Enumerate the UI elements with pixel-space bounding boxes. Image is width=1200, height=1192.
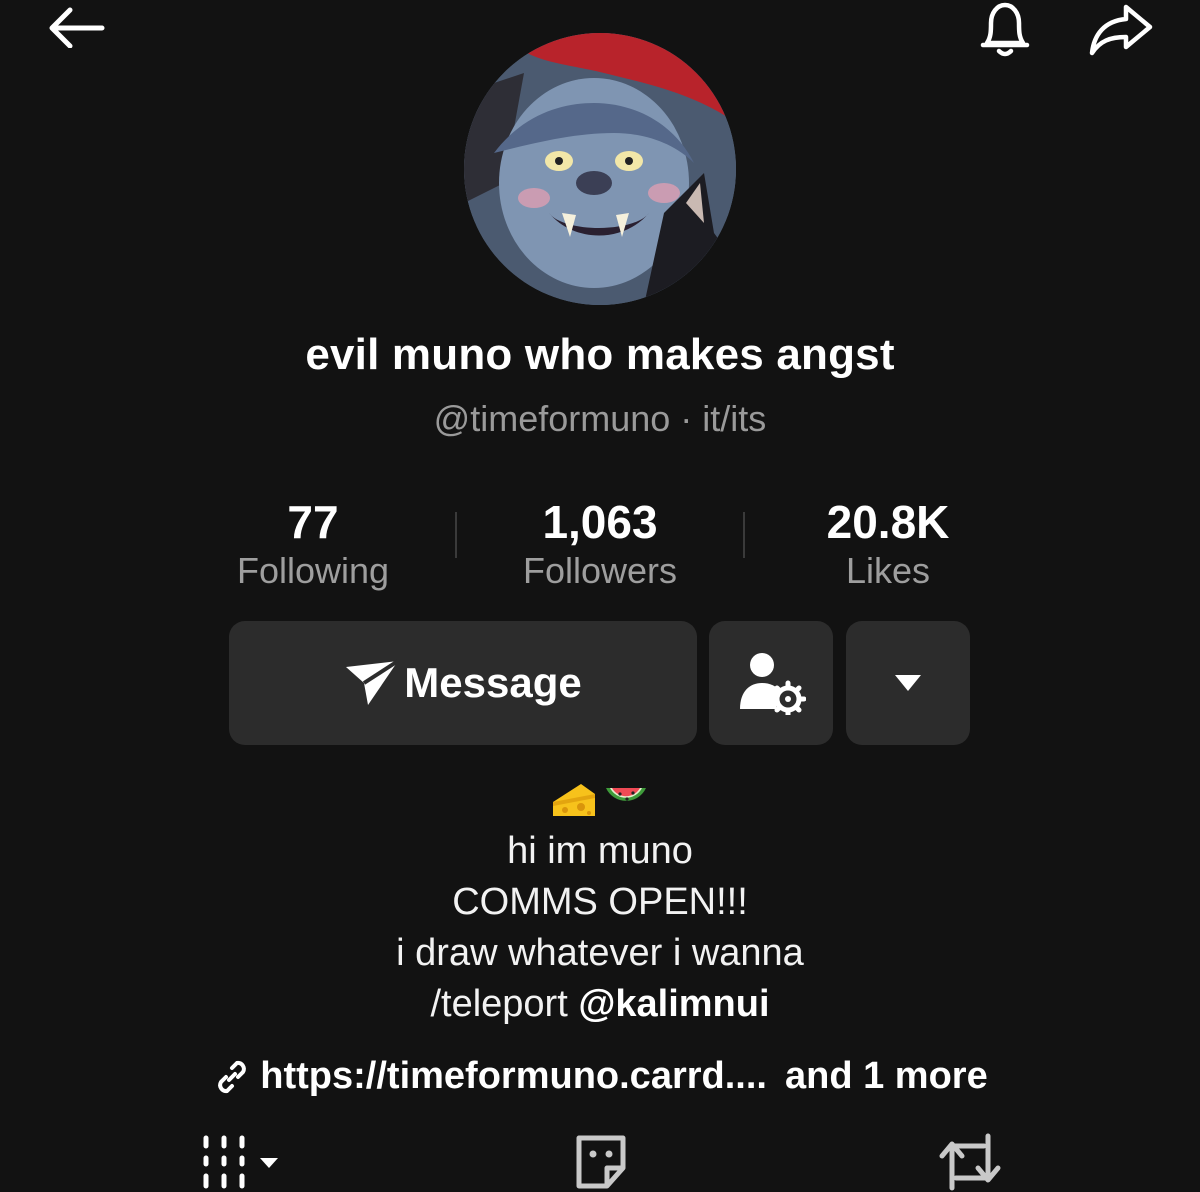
more-options-dropdown[interactable] bbox=[846, 621, 970, 745]
back-button[interactable] bbox=[36, 0, 112, 52]
caret-down-icon bbox=[895, 675, 921, 691]
favorites-icon bbox=[576, 1135, 626, 1189]
bio-link-row: https://timeformuno.carrd.... and 1 more bbox=[0, 1055, 1200, 1098]
stat-divider bbox=[743, 512, 745, 558]
link-icon bbox=[218, 1060, 247, 1093]
username-handle: @timeformuno bbox=[433, 398, 671, 439]
display-name: evil muno who makes angst bbox=[305, 330, 895, 379]
following-count: 77 bbox=[287, 496, 339, 548]
share-button[interactable] bbox=[1082, 0, 1158, 60]
bio-link-url[interactable]: https://timeformuno.carrd.... bbox=[260, 1055, 767, 1098]
bio-line: /teleport @kalimnui bbox=[0, 983, 1200, 1026]
bio-line: hi im muno bbox=[507, 830, 693, 872]
watermelon-icon bbox=[606, 788, 646, 801]
more-links[interactable]: and 1 more bbox=[785, 1055, 988, 1098]
stat-following[interactable]: 77 Following bbox=[183, 495, 443, 593]
tab-videos[interactable] bbox=[198, 1132, 288, 1192]
bio-teleport-text: /teleport bbox=[430, 983, 579, 1025]
avatar-illustration bbox=[464, 33, 736, 305]
following-label: Following bbox=[236, 550, 390, 591]
cheese-icon bbox=[553, 784, 595, 816]
handle-row: @timeformuno · it/its bbox=[0, 398, 1200, 440]
notification-bell-button[interactable] bbox=[972, 0, 1038, 60]
bio-line: COMMS OPEN!!! bbox=[452, 881, 748, 923]
repost-icon bbox=[939, 1133, 1001, 1191]
videos-grid-icon bbox=[203, 1135, 278, 1189]
share-icon bbox=[1089, 4, 1153, 56]
message-button-label: Message bbox=[404, 659, 582, 706]
back-arrow-icon bbox=[49, 7, 105, 48]
bell-icon bbox=[980, 2, 1030, 57]
stat-divider bbox=[455, 512, 457, 558]
message-button[interactable]: Message bbox=[229, 621, 697, 745]
user-settings-icon bbox=[740, 653, 806, 715]
mention-link[interactable]: @kalimnui bbox=[578, 983, 769, 1025]
followers-label: Followers bbox=[522, 550, 678, 591]
send-icon bbox=[346, 659, 400, 705]
stat-likes[interactable]: 20.8K Likes bbox=[758, 495, 1018, 593]
bio-line: i draw whatever i wanna bbox=[396, 932, 804, 974]
likes-count: 20.8K bbox=[826, 496, 950, 548]
friend-settings-button[interactable] bbox=[709, 621, 833, 745]
stat-followers[interactable]: 1,063 Followers bbox=[470, 495, 730, 593]
followers-count: 1,063 bbox=[542, 496, 658, 548]
tab-favorites[interactable] bbox=[566, 1132, 636, 1192]
pronouns: it/its bbox=[702, 398, 767, 439]
pronoun-separator: · bbox=[670, 398, 703, 439]
likes-label: Likes bbox=[845, 550, 931, 591]
tab-reposts[interactable] bbox=[934, 1132, 1006, 1192]
bio-emoji-row bbox=[0, 780, 1200, 820]
avatar[interactable] bbox=[464, 33, 736, 305]
